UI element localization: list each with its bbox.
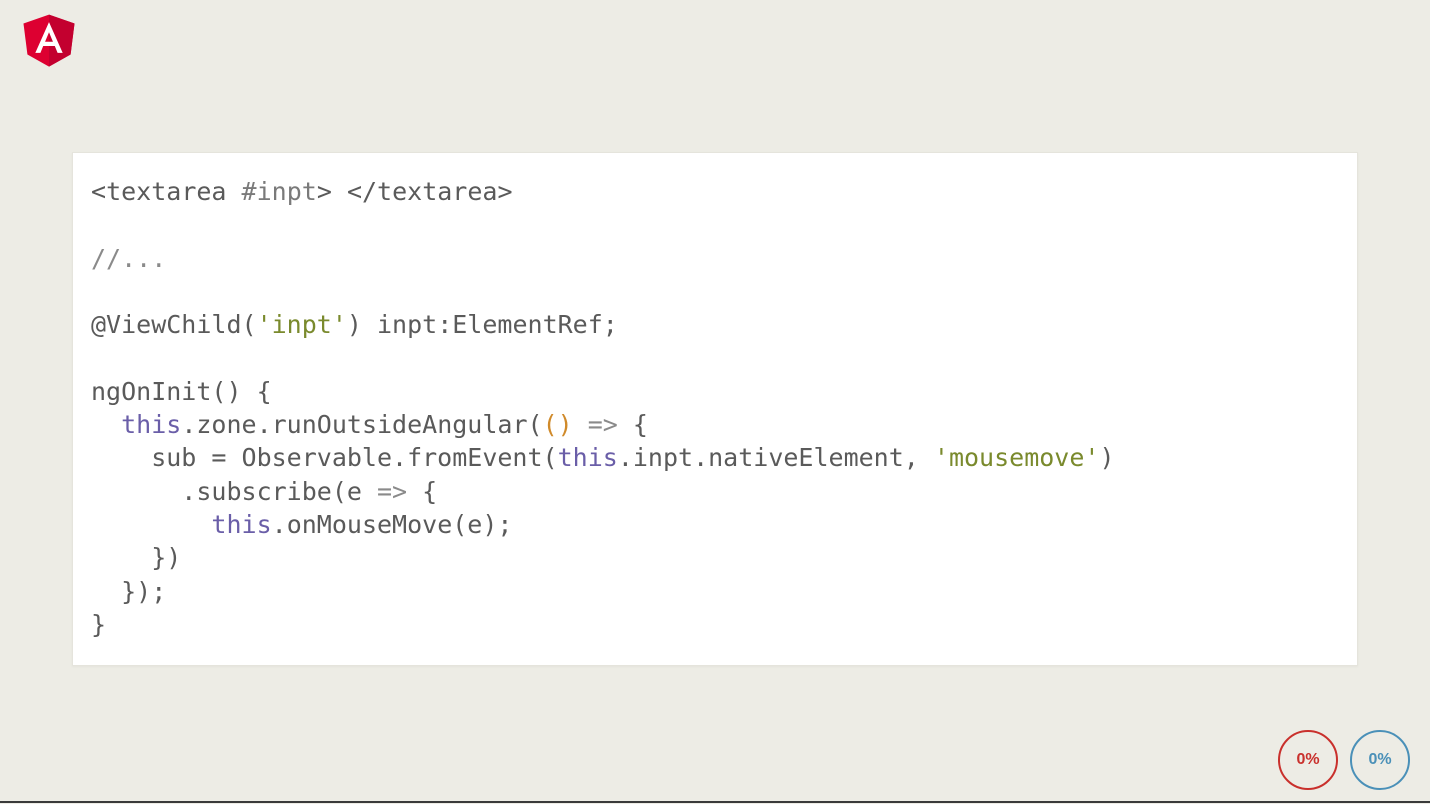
angular-logo-icon <box>20 8 78 70</box>
progress-blue-circle: 0% <box>1350 730 1410 790</box>
progress-red-value: 0% <box>1296 751 1319 769</box>
slide-bottom-border <box>0 801 1430 803</box>
progress-blue-value: 0% <box>1368 751 1391 769</box>
progress-red-circle: 0% <box>1278 730 1338 790</box>
progress-indicators: 0% 0% <box>1278 730 1410 790</box>
code-snippet-block: <textarea #inpt> </textarea> //... @View… <box>72 152 1358 666</box>
code-content: <textarea #inpt> </textarea> //... @View… <box>91 175 1339 641</box>
